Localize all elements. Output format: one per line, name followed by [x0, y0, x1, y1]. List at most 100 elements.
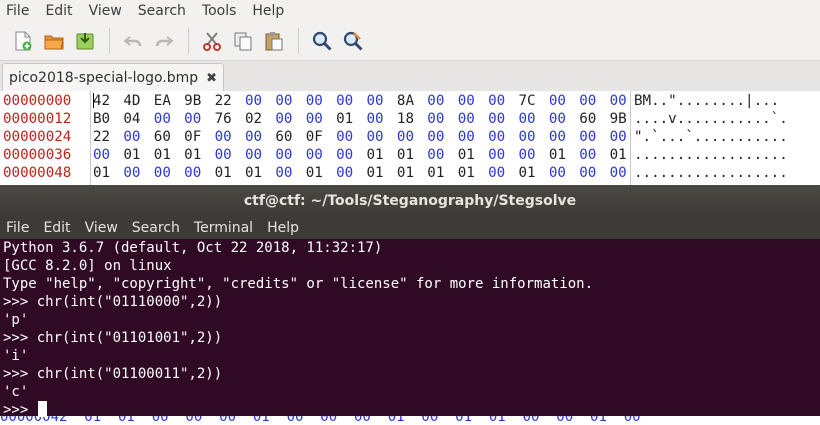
terminal-prompt-line[interactable]: >>> — [3, 401, 47, 419]
hex-byte[interactable]: 8A — [397, 92, 419, 110]
hex-byte[interactable]: 01 — [458, 164, 480, 182]
hex-byte[interactable]: 00 — [306, 92, 328, 110]
hex-byte[interactable]: 00 — [427, 146, 449, 164]
hex-byte[interactable]: 00 — [610, 164, 632, 182]
hex-byte[interactable]: 00 — [245, 146, 267, 164]
hex-byte[interactable]: 00 — [488, 164, 510, 182]
hex-byte[interactable]: 00 — [275, 146, 297, 164]
hex-byte[interactable]: 01 — [336, 110, 358, 128]
hex-byte[interactable]: 00 — [488, 128, 510, 146]
undo-button[interactable] — [118, 26, 148, 56]
terminal-menu-terminal[interactable]: Terminal — [194, 220, 253, 236]
redo-button[interactable] — [149, 26, 179, 56]
new-file-button[interactable] — [8, 26, 38, 56]
hex-byte[interactable]: 76 — [215, 110, 237, 128]
hex-byte[interactable]: 00 — [275, 164, 297, 182]
hex-byte[interactable]: 00 — [549, 110, 571, 128]
hex-byte[interactable]: 22 — [215, 92, 237, 110]
hex-byte[interactable]: 00 — [306, 110, 328, 128]
hex-byte[interactable]: 01 — [245, 164, 267, 182]
hex-byte[interactable]: 00 — [579, 164, 601, 182]
cut-button[interactable] — [197, 26, 227, 56]
hex-byte[interactable]: 00 — [549, 164, 571, 182]
hex-byte[interactable]: 01 — [154, 146, 176, 164]
terminal-menu-edit[interactable]: Edit — [43, 220, 70, 236]
paste-button[interactable] — [259, 26, 289, 56]
hex-byte[interactable]: 4D — [123, 92, 145, 110]
hex-byte[interactable]: 00 — [518, 128, 540, 146]
hex-byte[interactable]: 00 — [336, 92, 358, 110]
menu-tools[interactable]: Tools — [202, 3, 237, 19]
hex-byte[interactable]: 00 — [215, 128, 237, 146]
hex-byte[interactable]: 00 — [518, 110, 540, 128]
hex-byte[interactable]: 01 — [427, 164, 449, 182]
hex-byte[interactable]: 00 — [488, 92, 510, 110]
hex-byte[interactable]: 00 — [549, 128, 571, 146]
hex-byte[interactable]: 04 — [123, 110, 145, 128]
hex-byte[interactable]: 18 — [397, 110, 419, 128]
hex-byte[interactable]: 01 — [215, 164, 237, 182]
hex-byte[interactable]: 00 — [579, 146, 601, 164]
menu-search[interactable]: Search — [138, 3, 186, 19]
hex-byte[interactable]: 00 — [610, 92, 632, 110]
hex-byte[interactable]: 0F — [184, 128, 206, 146]
hex-byte[interactable]: 01 — [93, 164, 115, 182]
hex-byte[interactable]: 00 — [336, 128, 358, 146]
hex-byte[interactable]: 01 — [306, 164, 328, 182]
hex-byte[interactable]: 01 — [518, 164, 540, 182]
menu-help[interactable]: Help — [252, 3, 284, 19]
hex-byte[interactable]: 00 — [488, 146, 510, 164]
file-tab[interactable]: pico2018-special-logo.bmp ✖ — [2, 63, 225, 92]
hex-byte[interactable]: 00 — [367, 92, 389, 110]
menu-edit[interactable]: Edit — [45, 3, 72, 19]
close-tab-icon[interactable]: ✖ — [206, 71, 217, 86]
hex-byte[interactable]: 00 — [427, 92, 449, 110]
hex-byte[interactable]: 60 — [579, 110, 601, 128]
terminal-menu-help[interactable]: Help — [267, 220, 299, 236]
hex-byte[interactable]: 00 — [336, 164, 358, 182]
hex-byte[interactable]: 60 — [275, 128, 297, 146]
hex-byte[interactable]: 00 — [275, 92, 297, 110]
menu-file[interactable]: File — [6, 3, 29, 19]
hex-byte[interactable]: 00 — [579, 128, 601, 146]
menu-view[interactable]: View — [89, 3, 122, 19]
terminal-window[interactable]: ctf@ctf: ~/Tools/Steganography/Stegsolve… — [0, 185, 820, 419]
copy-button[interactable] — [228, 26, 258, 56]
terminal-menu-file[interactable]: File — [6, 220, 29, 236]
hex-byte[interactable]: 00 — [518, 146, 540, 164]
hex-byte[interactable]: 00 — [184, 110, 206, 128]
hex-byte[interactable]: 00 — [427, 128, 449, 146]
hex-byte[interactable]: 42 — [93, 92, 115, 110]
find-button[interactable] — [307, 26, 337, 56]
hex-byte[interactable]: 0F — [306, 128, 328, 146]
hex-byte[interactable]: 00 — [215, 146, 237, 164]
hex-byte[interactable]: 00 — [458, 110, 480, 128]
hex-byte[interactable]: 01 — [549, 146, 571, 164]
hex-byte[interactable]: 01 — [397, 146, 419, 164]
hex-byte[interactable]: 00 — [123, 128, 145, 146]
hex-byte[interactable]: 00 — [184, 164, 206, 182]
terminal-menu-view[interactable]: View — [85, 220, 118, 236]
hex-byte[interactable]: 00 — [245, 128, 267, 146]
hex-byte[interactable]: 00 — [549, 92, 571, 110]
hex-byte[interactable]: 00 — [154, 164, 176, 182]
hex-byte[interactable]: 00 — [488, 110, 510, 128]
hex-byte[interactable]: 01 — [184, 146, 206, 164]
find-replace-button[interactable] — [338, 26, 368, 56]
hex-byte[interactable]: 00 — [427, 110, 449, 128]
hex-byte[interactable]: 01 — [367, 146, 389, 164]
terminal-titlebar[interactable]: ctf@ctf: ~/Tools/Steganography/Stegsolve — [0, 185, 820, 217]
terminal-output[interactable]: Python 3.6.7 (default, Oct 22 2018, 11:3… — [0, 239, 820, 419]
hex-byte[interactable]: 00 — [367, 128, 389, 146]
hex-byte[interactable]: 00 — [306, 146, 328, 164]
hex-byte[interactable]: 01 — [123, 146, 145, 164]
save-button[interactable] — [70, 26, 100, 56]
hex-byte[interactable]: 00 — [458, 128, 480, 146]
hex-byte[interactable]: 01 — [458, 146, 480, 164]
hex-byte[interactable]: 00 — [123, 164, 145, 182]
hex-byte[interactable]: 01 — [367, 164, 389, 182]
hex-byte[interactable]: 7C — [518, 92, 540, 110]
hex-byte[interactable]: 00 — [154, 110, 176, 128]
hex-byte[interactable]: 00 — [367, 110, 389, 128]
hex-byte[interactable]: 00 — [397, 128, 419, 146]
